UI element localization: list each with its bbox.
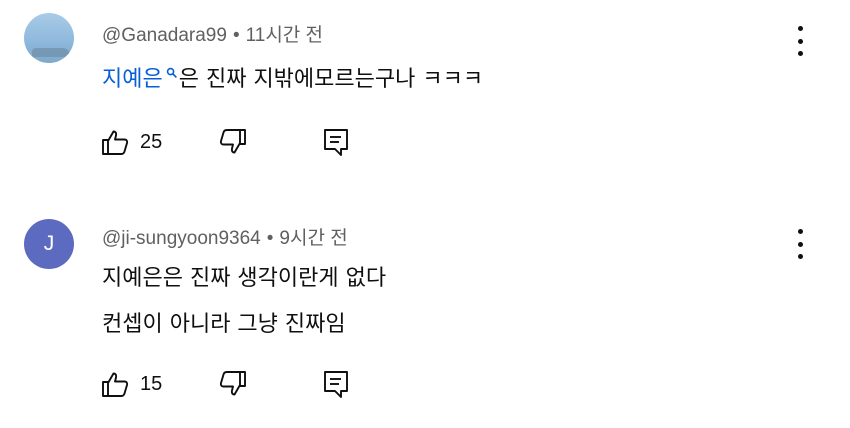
thumbs-down-icon — [218, 369, 248, 399]
comment-meta: @ji-sungyoon9364 • 9시간 전 — [102, 223, 348, 250]
mention-link[interactable]: 지예은 — [102, 67, 179, 92]
like-count: 15 — [140, 372, 163, 395]
comment-item: J @ji-sungyoon9364 • 9시간 전 지예은은 진짜 생각이란게 없… — [0, 200, 850, 428]
like-button[interactable]: 15 — [100, 369, 162, 399]
reply-button[interactable] — [322, 369, 350, 399]
search-icon — [166, 67, 177, 78]
more-vertical-icon[interactable] — [788, 229, 812, 259]
comment-text-line: 컨셉이 아니라 그냥 진짜임 — [102, 312, 346, 337]
like-count: 25 — [140, 130, 163, 153]
dislike-button[interactable] — [218, 369, 248, 399]
comment-time[interactable]: 11시간 전 — [246, 25, 323, 46]
reply-button[interactable] — [322, 127, 350, 157]
meta-separator: • — [232, 25, 240, 46]
thumbs-down-icon — [218, 127, 248, 157]
comment-meta: @Ganadara99 • 11시간 전 — [102, 20, 323, 47]
dislike-button[interactable] — [218, 127, 248, 157]
reply-icon — [322, 127, 350, 157]
avatar[interactable]: J — [24, 219, 74, 269]
avatar-letter: J — [43, 232, 55, 255]
like-button[interactable]: 25 — [100, 127, 162, 157]
comment-text: 지예은 은 진짜 지밖에모르는구나 ㅋㅋㅋ — [102, 61, 483, 93]
mention-text[interactable]: 지예은 — [102, 67, 163, 92]
comment-text-rest: 은 진짜 지밖에모르는구나 ㅋㅋㅋ — [178, 67, 484, 92]
comment-text-line: 지예은은 진짜 생각이란게 없다 — [102, 266, 387, 291]
meta-separator: • — [266, 228, 274, 249]
avatar[interactable] — [24, 13, 74, 63]
reply-icon — [322, 369, 350, 399]
comment-author[interactable]: @ji-sungyoon9364 — [102, 228, 261, 249]
comment-time[interactable]: 9시간 전 — [279, 228, 347, 249]
comment-item: @Ganadara99 • 11시간 전 지예은 은 진짜 지밖에모르는구나 ㅋㅋㅋ … — [0, 0, 850, 200]
thumbs-up-icon — [100, 127, 130, 157]
thumbs-up-icon — [100, 369, 130, 399]
comment-author[interactable]: @Ganadara99 — [102, 25, 227, 46]
more-vertical-icon[interactable] — [788, 26, 812, 56]
